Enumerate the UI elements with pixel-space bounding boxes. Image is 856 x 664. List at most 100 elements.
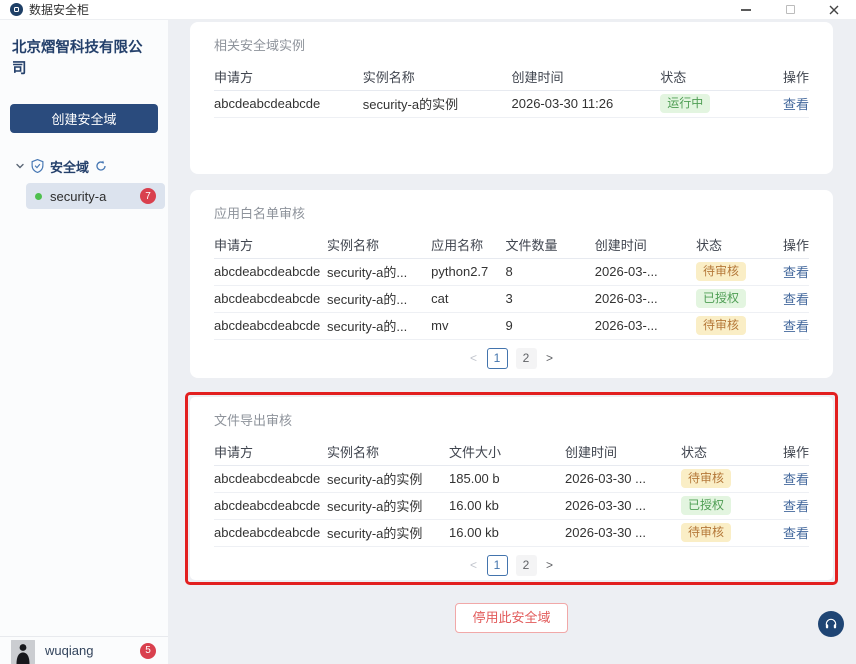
section-table: 申请方 实例名称 创建时间 状态 操作 abcdeabcdeabcde security-a…	[214, 64, 809, 118]
status-cell: 运行中	[660, 90, 747, 118]
pagination-page-1[interactable]: 1	[486, 347, 508, 369]
avatar[interactable]	[10, 640, 36, 664]
cell: security-a的...	[327, 285, 432, 313]
cell: abcdeabcdeabcde	[214, 258, 328, 286]
cell: 2026-03-30 ...	[565, 492, 682, 520]
pagination-prev[interactable]: <	[469, 558, 479, 572]
table-row: abcdeabcdeabcde security-a的实例 185.00 b 2026…	[214, 465, 809, 493]
disable-domain-button[interactable]: 停用此安全域	[455, 603, 568, 633]
column-header: 实例名称	[327, 232, 432, 259]
shield-check-icon	[31, 159, 44, 173]
view-link[interactable]: 查看	[783, 472, 809, 487]
view-link[interactable]: 查看	[783, 499, 809, 514]
view-link[interactable]: 查看	[783, 97, 809, 112]
header-row: 申请方 实例名称 应用名称 文件数量 创建时间 状态 操作	[214, 232, 809, 259]
column-header: 创建时间	[511, 64, 661, 91]
status-badge: 待审核	[681, 469, 732, 488]
cell: abcdeabcdeabcde	[214, 90, 363, 118]
cell: cat	[431, 285, 506, 313]
section-table: 申请方 实例名称 应用名称 文件数量 创建时间 状态 操作 abcdeabcdeabcde se…	[214, 232, 809, 340]
column-header: 文件数量	[505, 232, 595, 259]
section-card-2: 应用白名单审核 申请方 实例名称 应用名称 文件数量 创建时间 状态 操作 abcdeabcde…	[190, 190, 833, 378]
pagination-page-2[interactable]: 2	[515, 554, 537, 576]
view-link[interactable]: 查看	[783, 319, 809, 334]
table-row: abcdeabcdeabcde security-a的... cat 3 2026-03…	[214, 285, 809, 313]
close-button[interactable]	[812, 0, 856, 19]
sections-container: 相关安全域实例 申请方 实例名称 创建时间 状态 操作 abcdeabcdeabcde sec…	[185, 22, 838, 585]
action-cell: 查看	[764, 258, 809, 286]
content-column: 相关安全域实例 申请方 实例名称 创建时间 状态 操作 abcdeabcdeabcde sec…	[185, 22, 838, 633]
status-cell: 待审核	[695, 258, 765, 286]
pagination-next[interactable]: >	[545, 558, 555, 572]
column-header: 操作	[764, 439, 809, 466]
cell: 3	[505, 285, 595, 313]
sidebar-item-security-domain[interactable]: 安全域	[0, 157, 168, 175]
close-icon	[829, 5, 839, 14]
status-badge: 待审核	[695, 262, 746, 281]
column-header: 操作	[764, 232, 809, 259]
action-cell: 查看	[764, 465, 809, 493]
section-title: 应用白名单审核	[214, 206, 306, 221]
titlebar: 数据安全柜	[0, 0, 856, 20]
tree-item-name: security-a	[50, 188, 107, 204]
table-row: abcdeabcdeabcde security-a的实例 16.00 kb 2026…	[214, 519, 809, 547]
sidebar-item-security-a[interactable]: security-a 7	[26, 183, 165, 209]
pagination-page-2[interactable]: 2	[515, 347, 537, 369]
status-badge: 运行中	[660, 94, 711, 113]
cell: abcdeabcdeabcde	[214, 492, 328, 520]
cell: mv	[431, 312, 506, 340]
cell: security-a的...	[327, 312, 432, 340]
column-header: 应用名称	[431, 232, 506, 259]
cell: security-a的实例	[362, 90, 512, 118]
cell: 16.00 kb	[449, 492, 566, 520]
cell: 185.00 b	[449, 465, 566, 493]
cell: security-a的实例	[327, 492, 450, 520]
view-link[interactable]: 查看	[783, 526, 809, 541]
pagination-next[interactable]: >	[545, 351, 555, 365]
cell: 2026-03-...	[594, 312, 696, 340]
table-row: abcdeabcdeabcde security-a的... mv 9 2026-03-…	[214, 312, 809, 340]
app-logo-icon	[10, 3, 23, 16]
notification-badge: 7	[140, 188, 156, 204]
view-link[interactable]: 查看	[783, 292, 809, 307]
cell: 2026-03-30 ...	[565, 465, 682, 493]
window-controls	[724, 0, 856, 19]
footer-row: 停用此安全域	[190, 603, 833, 633]
pagination-page-1[interactable]: 1	[486, 554, 508, 576]
column-header: 申请方	[214, 64, 363, 91]
section-card-3: 文件导出审核 申请方 实例名称 文件大小 创建时间 状态 操作 abcdeabcdeabcde…	[190, 397, 833, 580]
company-name: 北京熠智科技有限公司	[12, 40, 143, 77]
column-header: 创建时间	[594, 232, 696, 259]
maximize-button[interactable]	[768, 0, 812, 19]
headset-icon	[825, 618, 837, 629]
section-table: 申请方 实例名称 文件大小 创建时间 状态 操作 abcdeabcdeabcde securi…	[214, 439, 809, 547]
pagination-prev[interactable]: <	[469, 351, 479, 365]
maximize-icon	[785, 5, 795, 14]
user-bar: wuqiang 5	[0, 636, 168, 664]
action-cell: 查看	[764, 312, 809, 340]
column-header: 状态	[660, 64, 747, 91]
refresh-icon[interactable]	[95, 160, 107, 172]
view-link[interactable]: 查看	[783, 265, 809, 280]
app-title: 数据安全柜	[29, 3, 90, 17]
section-card-1: 相关安全域实例 申请方 实例名称 创建时间 状态 操作 abcdeabcdeabcde sec…	[190, 22, 833, 174]
user-silhouette-icon	[11, 640, 35, 664]
status-dot-icon	[35, 192, 42, 200]
status-badge: 已授权	[681, 496, 732, 515]
cell: 8	[505, 258, 595, 286]
user-notification-badge: 5	[140, 642, 156, 659]
column-header: 状态	[681, 439, 765, 466]
minimize-button[interactable]	[724, 0, 768, 19]
cell: abcdeabcdeabcde	[214, 312, 328, 340]
support-fab-button[interactable]	[818, 611, 844, 637]
user-name: wuqiang	[45, 643, 94, 658]
chevron-down-icon[interactable]	[15, 161, 25, 171]
sidebar: 北京熠智科技有限公司 创建安全域 安全域 security-a 7 wuqian…	[0, 20, 168, 664]
column-header: 申请方	[214, 439, 328, 466]
cell: abcdeabcdeabcde	[214, 519, 328, 547]
pagination: <1 2 >	[190, 347, 833, 369]
create-domain-button[interactable]: 创建安全域	[10, 104, 158, 133]
status-badge: 待审核	[695, 316, 746, 335]
action-cell: 查看	[764, 519, 809, 547]
cell: security-a的...	[327, 258, 432, 286]
